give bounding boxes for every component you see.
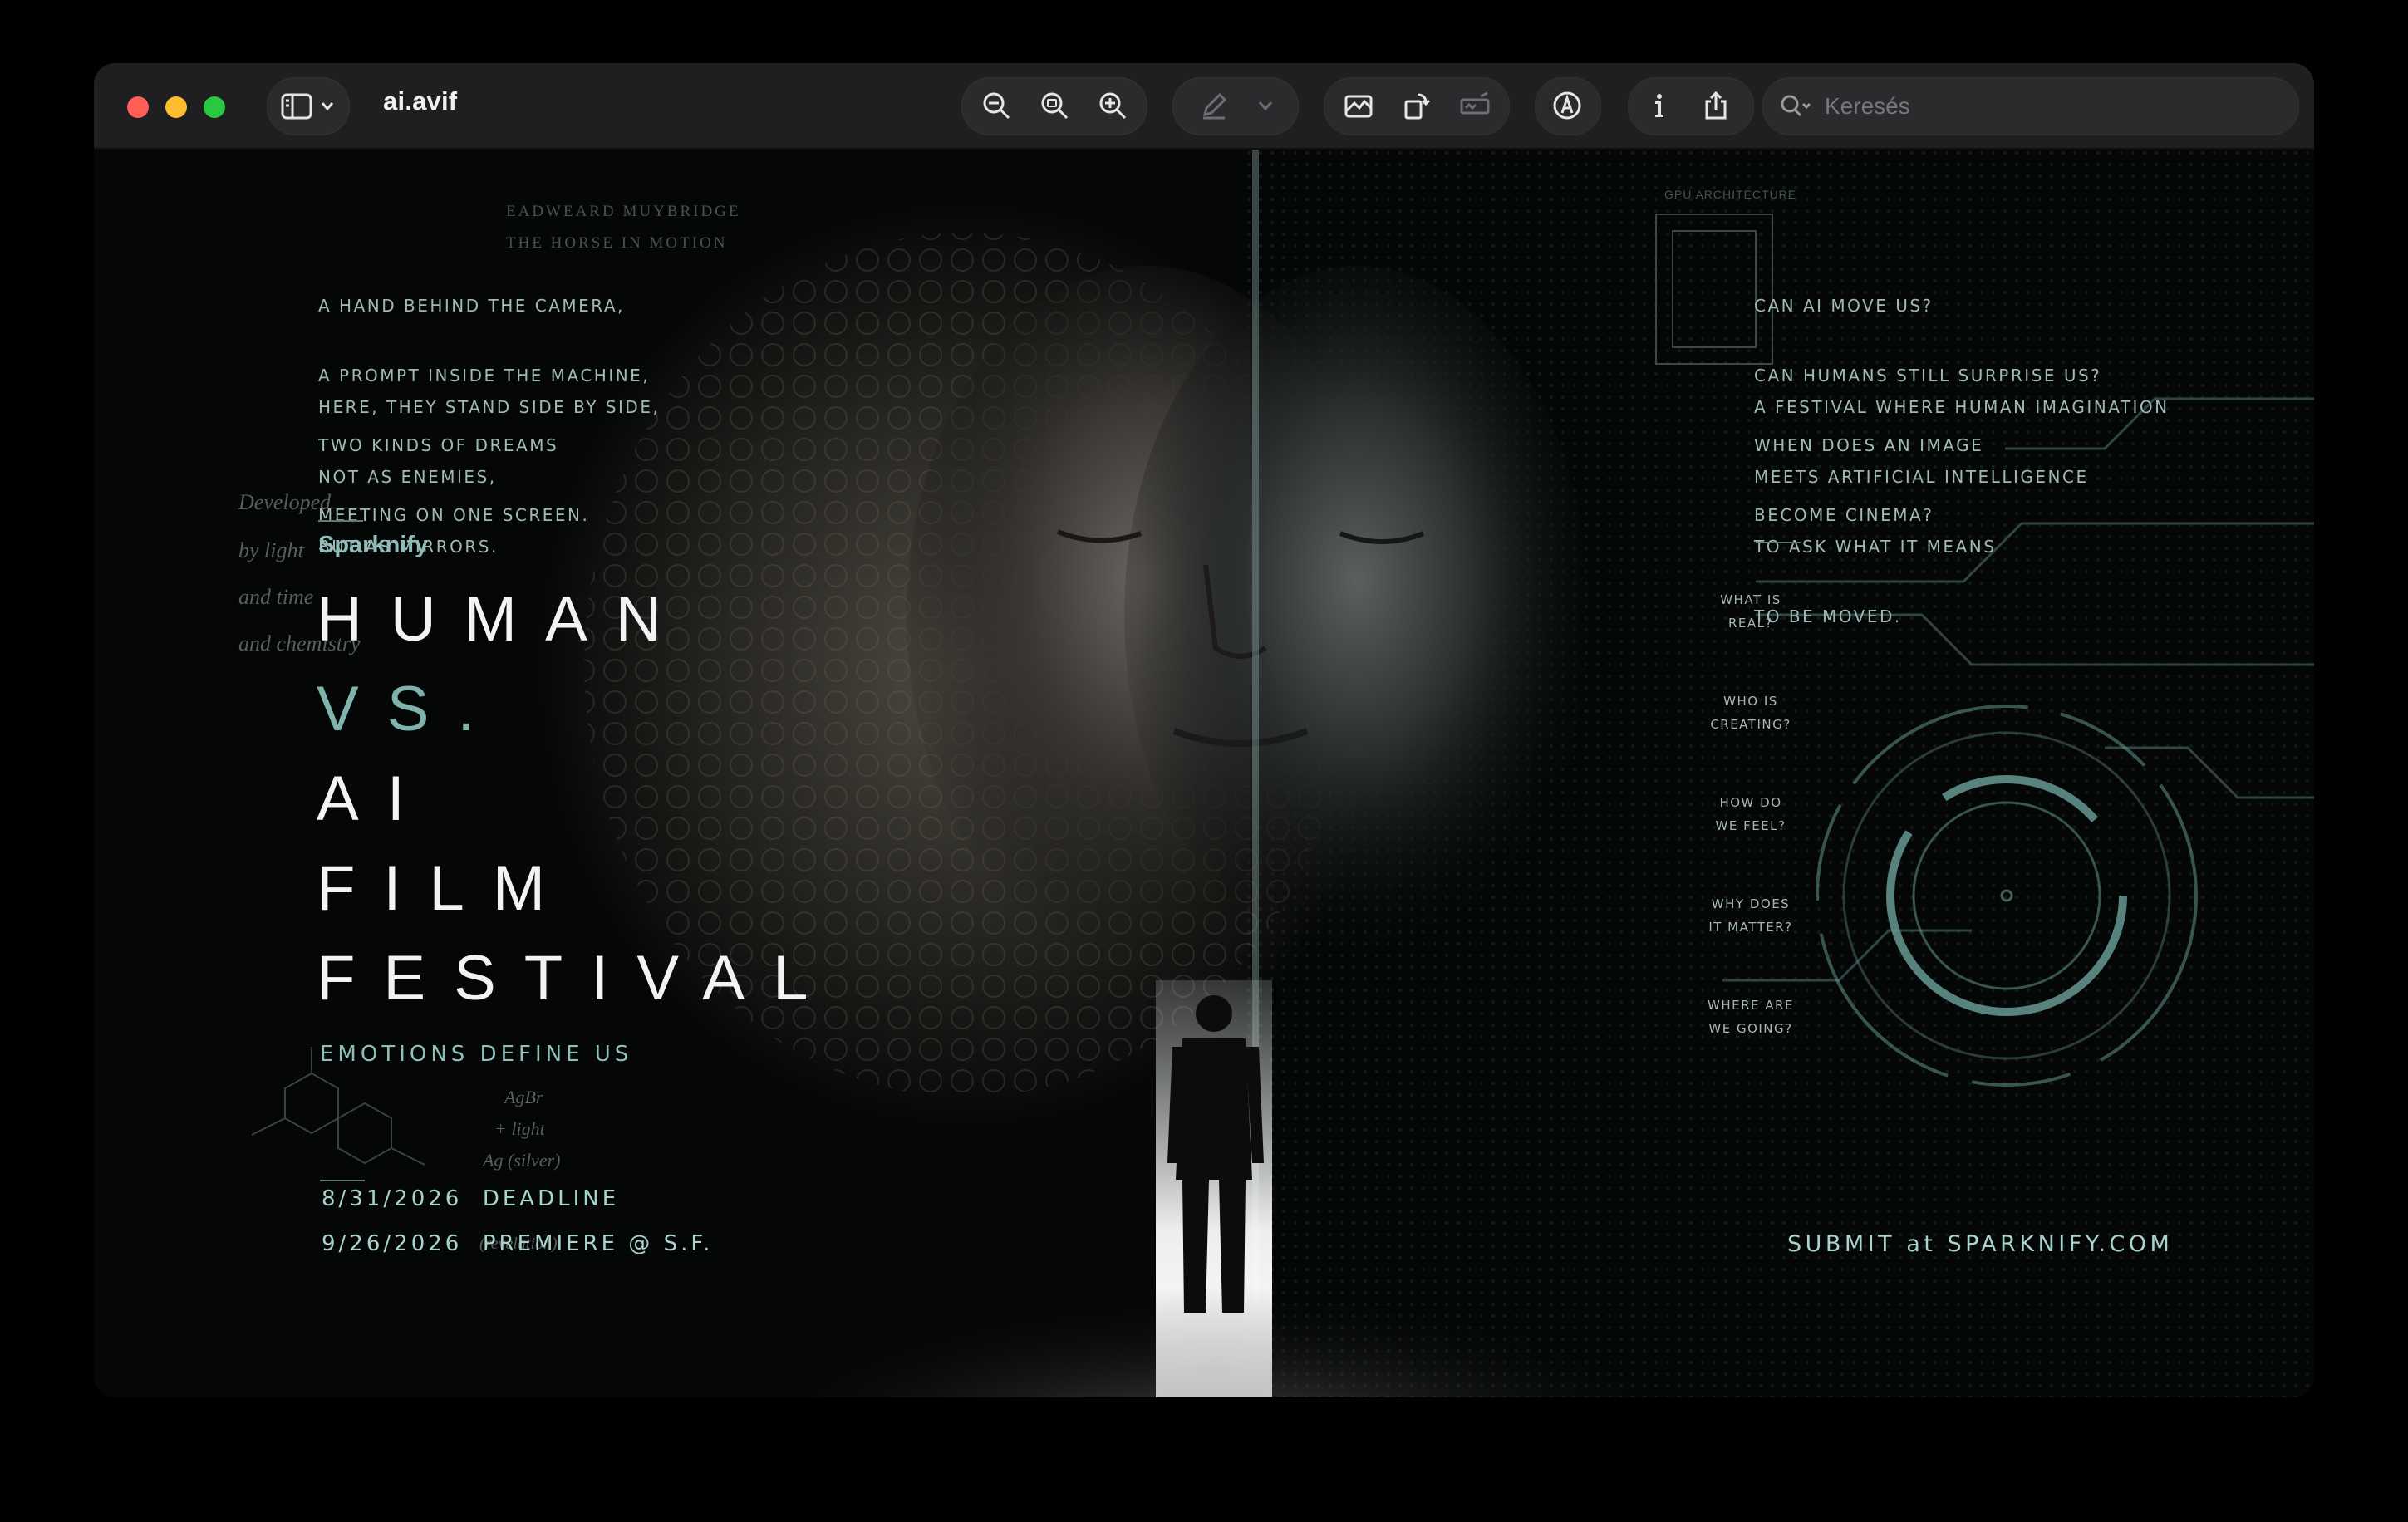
sidebar-toggle-icon (281, 93, 312, 120)
side-question-4: WHY DOES IT MATTER? (1708, 896, 1793, 935)
title-bar: ai.avif Keresés (94, 63, 2314, 150)
rotate-icon (1404, 93, 1431, 120)
blurb-line: MEETS ARTIFICIAL INTELLIGENCE (1754, 467, 2089, 487)
zoom-actual-icon (1041, 92, 1069, 120)
brand-name: Sparknify (318, 532, 429, 558)
intro-text-2: HERE, THEY STAND SIDE BY SIDE, NOT AS EN… (318, 349, 660, 605)
zoom-out-button[interactable] (968, 77, 1025, 134)
minimize-window-button[interactable] (165, 96, 187, 118)
side-question-2: WHO IS CREATING? (1710, 694, 1791, 732)
rotate-button[interactable] (1388, 77, 1445, 134)
zoom-actual-button[interactable] (1026, 77, 1083, 134)
signature-icon (1460, 91, 1490, 115)
signature-button[interactable] (1447, 77, 1503, 134)
close-window-button[interactable] (127, 96, 149, 118)
blurb-line: A FESTIVAL WHERE HUMAN IMAGINATION (1754, 397, 2170, 417)
chevron-down-icon (1258, 101, 1273, 111)
markup-pen-button[interactable] (1186, 77, 1242, 134)
divider (320, 1180, 365, 1181)
title-line-human: HUMAN (317, 584, 690, 655)
share-icon (1705, 91, 1727, 120)
side-question-1: WHAT IS REAL? (1720, 592, 1781, 631)
muybridge-label: EADWEARD MUYBRIDGE (506, 203, 741, 220)
script-line-3: and time (238, 585, 314, 609)
gpu-architecture-label: GPU ARCHITECTURE (1664, 188, 1797, 201)
window-title: ai.avif (383, 86, 458, 115)
zoom-window-button[interactable] (204, 96, 225, 118)
search-placeholder: Keresés (1825, 93, 1910, 119)
zoom-in-button[interactable] (1084, 77, 1141, 134)
side-question-5: WHERE ARE WE GOING? (1708, 998, 1794, 1036)
sidebar-toggle-button[interactable] (267, 77, 350, 135)
chem-line-1: AgBr (504, 1087, 543, 1107)
script-line-2: by light (238, 538, 304, 562)
title-line-festival: FESTIVAL (317, 943, 837, 1014)
premiere-date: 9/26/2026 PREMIERE @ S.F. (322, 1231, 714, 1256)
deadline-date: 8/31/2026 DEADLINE (322, 1186, 620, 1211)
intro-line: A HAND BEHIND THE CAMERA, (318, 296, 625, 316)
intro-line: HERE, THEY STAND SIDE BY SIDE, (318, 397, 661, 417)
divider (318, 520, 363, 522)
chem-line-3: Ag (silver) (483, 1150, 561, 1171)
divider (1756, 542, 1801, 543)
crop-button[interactable] (1330, 77, 1387, 134)
markup-pen-icon (1202, 92, 1227, 120)
blurb-line: TO ASK WHAT IT MEANS (1754, 537, 1997, 557)
intro-line: NOT AS ENEMIES, (318, 467, 497, 487)
zoom-out-icon (983, 92, 1010, 120)
chevron-down-icon (321, 102, 334, 111)
info-button[interactable] (1631, 77, 1688, 134)
crop-icon (1344, 95, 1373, 118)
zoom-in-icon (1099, 92, 1127, 120)
title-line-ai: AI (317, 763, 433, 834)
tagline: EMOTIONS DEFINE US (320, 1042, 633, 1067)
chem-line-2: + light (494, 1118, 545, 1139)
image-canvas: EADWEARD MUYBRIDGE THE HORSE IN MOTION G… (94, 150, 2314, 1397)
submit-callout: SUBMIT at SPARKNIFY.COM (1787, 1231, 2174, 1257)
markup-options-button[interactable] (1237, 77, 1294, 134)
title-line-film: FILM (317, 853, 574, 924)
search-field[interactable]: Keresés (1762, 77, 2299, 135)
title-line-vs: VS. (317, 674, 504, 744)
script-line-1: Developed (238, 490, 332, 514)
search-icon (1781, 95, 1811, 117)
share-button[interactable] (1688, 77, 1744, 134)
markup-circle-icon (1553, 91, 1581, 120)
side-question-3: HOW DO WE FEEL? (1715, 795, 1786, 833)
question-line: CAN AI MOVE US? (1754, 296, 1934, 316)
preview-window: ai.avif Keresés EADWEARD MUYBRIDGE THE H… (94, 63, 2314, 1397)
info-icon (1655, 94, 1663, 117)
markup-toolbar-button[interactable] (1539, 77, 1595, 134)
